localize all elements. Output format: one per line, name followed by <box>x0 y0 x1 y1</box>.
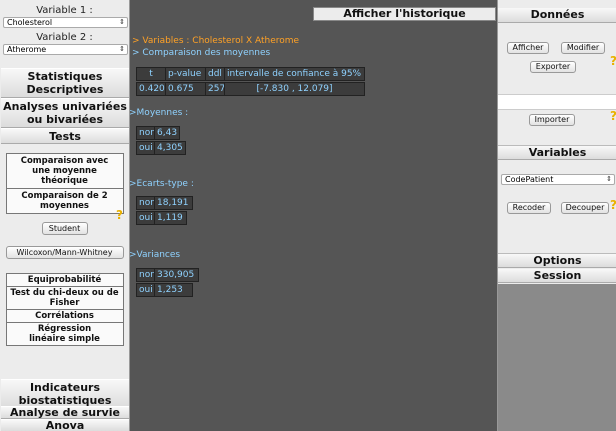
category-indicateurs-biostatistiques[interactable]: Indicateurs biostatistiques <box>1 379 129 409</box>
test-comparaison-deux-moyennes[interactable]: Comparaison de 2 moyennes <box>5 189 124 214</box>
variance-non-value: 330,905 <box>154 268 199 282</box>
help-icon[interactable]: ? <box>610 54 616 68</box>
importer-button[interactable]: Importer <box>529 114 575 126</box>
category-tests[interactable]: Tests <box>1 128 129 144</box>
table-cell-ddl: 257 <box>205 82 225 96</box>
output-variances-title: >Variances <box>129 250 181 260</box>
exporter-button[interactable]: Exporter <box>530 61 576 73</box>
table-cell-pvalue: 0.675 <box>165 82 206 96</box>
recoder-button[interactable]: Recoder <box>507 202 551 214</box>
table-cell-ic95: [-7.830 , 12.079] <box>224 82 365 96</box>
wilcoxon-button[interactable]: Wilcoxon/Mann-Whitney <box>5 246 124 259</box>
output-comparison-line: > Comparaison des moyennes <box>132 48 271 58</box>
donnees-header[interactable]: Données <box>498 8 616 23</box>
table-cell-t: 0.420 <box>136 82 166 96</box>
variance-oui-value: 1,253 <box>154 283 193 297</box>
afficher-button[interactable]: Afficher <box>507 42 549 54</box>
options-header[interactable]: Options <box>498 254 616 268</box>
ecart-oui-label: oui <box>136 211 155 225</box>
other-tests-panel: Equiprobabilité Test du chi-deux ou de F… <box>5 273 125 346</box>
variables-header[interactable]: Variables <box>498 145 616 160</box>
variable2-value: Atherome <box>7 45 47 54</box>
category-statistiques-descriptives[interactable]: Statistiques Descriptives <box>1 68 129 98</box>
test-comparaison-moyenne-theorique[interactable]: Comparaison avec une moyenne théorique <box>5 153 124 189</box>
equiprobabilite-button[interactable]: Equiprobabilité <box>5 273 124 287</box>
table-header-t: t <box>136 67 166 81</box>
afficher-historique-button[interactable]: Afficher l'historique <box>313 7 496 21</box>
modifier-button[interactable]: Modifier <box>561 42 605 54</box>
variable1-select[interactable]: Cholesterol ⇕ <box>3 17 128 28</box>
category-anova[interactable]: Anova <box>1 419 129 431</box>
chi-deux-fisher-button[interactable]: Test du chi-deux ou de Fisher <box>5 287 124 310</box>
output-console: Afficher l'historique > Variables : Chol… <box>129 0 496 431</box>
variance-non-label: non <box>136 268 156 282</box>
help-icon[interactable]: ? <box>610 109 616 123</box>
category-label: Descriptives <box>26 83 104 96</box>
variable1-value: Cholesterol <box>7 18 53 27</box>
moyenne-non-value: 6,43 <box>154 126 180 140</box>
moyenne-non-label: non <box>136 126 156 140</box>
table-header-ic95: intervalle de confiance à 95% <box>224 67 365 81</box>
category-analyses-univariees[interactable]: Analyses univariées ou bivariées <box>1 98 129 128</box>
help-icon[interactable]: ? <box>116 208 123 222</box>
moyenne-oui-value: 4,305 <box>154 141 186 155</box>
moyenne-oui-label: oui <box>136 141 155 155</box>
category-label: ou bivariées <box>26 113 104 126</box>
table-header-pvalue: p-value <box>165 67 206 81</box>
output-variables-line: > Variables : Cholesterol X Atherome <box>132 36 300 46</box>
select-arrows-icon: ⇕ <box>606 175 612 183</box>
help-icon[interactable]: ? <box>610 198 616 212</box>
student-button[interactable]: Student <box>41 222 88 235</box>
ecart-non-value: 18,191 <box>154 196 193 210</box>
category-analyse-survie[interactable]: Analyse de survie <box>1 406 129 419</box>
select-arrows-icon: ⇕ <box>119 45 125 53</box>
variance-oui-label: oui <box>136 283 155 297</box>
variable1-label: Variable 1 : <box>36 5 93 16</box>
left-sidebar: Variable 1 : Cholesterol ⇕ Variable 2 : … <box>0 0 130 431</box>
output-moyennes-title: >Moyennes : <box>129 108 189 118</box>
right-panel: Données Afficher Modifier Exporter ? Imp… <box>497 0 616 431</box>
variable2-select[interactable]: Atherome ⇕ <box>3 44 128 55</box>
variable-select-value: CodePatient <box>505 175 554 184</box>
select-arrows-icon: ⇕ <box>119 18 125 26</box>
variable-select[interactable]: CodePatient ⇕ <box>501 174 615 185</box>
session-header[interactable]: Session <box>498 269 616 283</box>
variable2-label: Variable 2 : <box>36 32 93 43</box>
ecart-non-label: non <box>136 196 156 210</box>
output-ecarts-title: >Ecarts-type : <box>129 179 194 189</box>
decouper-button[interactable]: Decouper <box>561 202 609 214</box>
regression-lineaire-button[interactable]: Régression linéaire simple <box>5 323 124 346</box>
tests-panel: Comparaison avec une moyenne théorique C… <box>5 153 125 214</box>
table-header-ddl: ddl <box>205 67 225 81</box>
category-label: Indicateurs <box>29 381 101 394</box>
category-label: Analyses univariées <box>3 100 127 113</box>
correlations-button[interactable]: Corrélations <box>5 310 124 323</box>
session-area <box>498 284 616 431</box>
category-label: Statistiques <box>27 70 103 83</box>
import-area[interactable] <box>498 94 616 110</box>
ecart-oui-value: 1,119 <box>154 211 187 225</box>
